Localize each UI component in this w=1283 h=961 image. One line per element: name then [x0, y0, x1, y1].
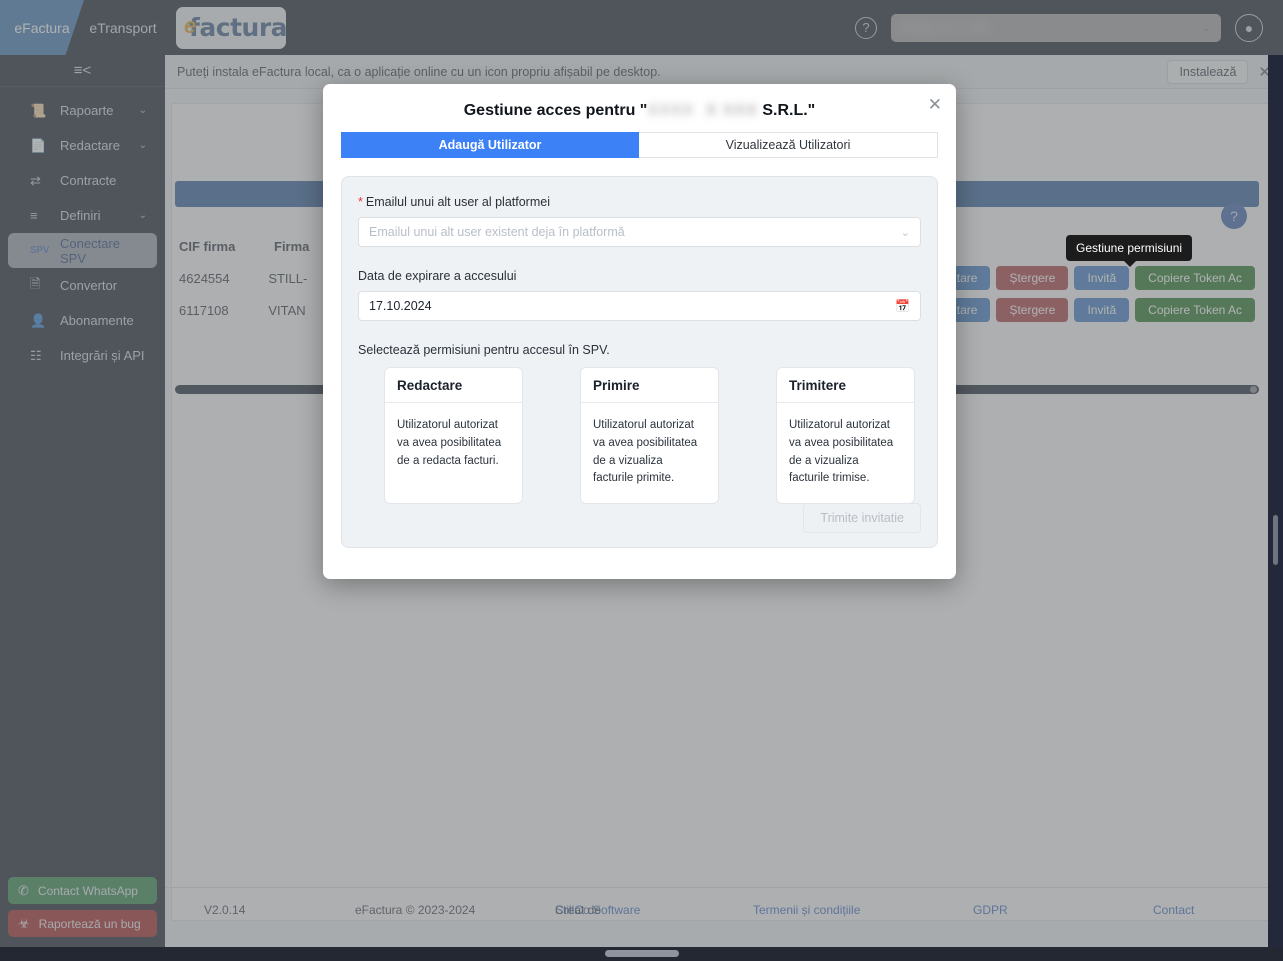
permission-card-description: Utilizatorul autorizat va avea posibilit…: [777, 403, 914, 488]
page-scrollbar-track[interactable]: [1268, 55, 1283, 961]
tab-adauga-utilizator[interactable]: Adaugă Utilizator: [341, 132, 639, 158]
permissions-label: Selectează permisiuni pentru accesul în …: [358, 343, 921, 357]
modal-title-suffix: S.R.L.": [758, 102, 815, 119]
page-scrollbar-thumb[interactable]: [1273, 515, 1278, 565]
invite-form: *Emailul unui alt user al platformei Ema…: [341, 176, 938, 548]
app-root: eFactura eTransport e factura ? Firma XX…: [0, 0, 1283, 961]
permissions-tooltip: Gestiune permisiuni: [1066, 235, 1192, 261]
expiry-date-input[interactable]: 17.10.2024 📅: [358, 291, 921, 321]
close-icon[interactable]: ✕: [928, 96, 942, 113]
permission-card-trimitere[interactable]: Trimitere Utilizatorul autorizat va avea…: [776, 367, 915, 504]
email-field-label: *Emailul unui alt user al platformei: [358, 195, 921, 209]
calendar-icon[interactable]: 📅: [895, 299, 910, 313]
chevron-down-icon: ⌄: [901, 226, 910, 239]
permission-card-title: Trimitere: [777, 368, 914, 403]
permissions-grid: Redactare Utilizatorul autorizat va avea…: [358, 367, 921, 504]
permission-card-redactare[interactable]: Redactare Utilizatorul autorizat va avea…: [384, 367, 523, 504]
permission-card-primire[interactable]: Primire Utilizatorul autorizat va avea p…: [580, 367, 719, 504]
permission-card-description: Utilizatorul autorizat va avea posibilit…: [581, 403, 718, 488]
os-taskbar: [0, 947, 1283, 961]
modal-title: Gestiune acces pentru "XXXXXX XXX S.R.L.…: [323, 84, 956, 132]
tab-vizualizeaza-utilizatori[interactable]: Vizualizează Utilizatori: [639, 132, 938, 158]
access-management-modal: ✕ Gestiune acces pentru "XXXXXX XXX S.R.…: [323, 84, 956, 579]
expiry-date-value: 17.10.2024: [369, 299, 432, 313]
modal-tabs: Adaugă Utilizator Vizualizează Utilizato…: [341, 132, 938, 158]
email-field-label-text: Emailul unui alt user al platformei: [366, 195, 550, 209]
modal-title-company-blurred: XXXXXX XXX: [647, 102, 758, 120]
permission-card-title: Primire: [581, 368, 718, 403]
permission-card-description: Utilizatorul autorizat va avea posibilit…: [385, 403, 522, 470]
os-home-indicator: [605, 950, 679, 957]
email-select[interactable]: Emailul unui alt user existent deja în p…: [358, 217, 921, 247]
email-select-placeholder: Emailul unui alt user existent deja în p…: [369, 225, 625, 239]
expiry-date-label: Data de expirare a accesului: [358, 269, 921, 283]
send-invitation-button[interactable]: Trimite invitatie: [803, 503, 921, 533]
submit-row: Trimite invitatie: [803, 503, 921, 533]
modal-title-prefix: Gestiune acces pentru ": [464, 102, 648, 119]
permission-card-title: Redactare: [385, 368, 522, 403]
required-asterisk: *: [358, 195, 363, 209]
